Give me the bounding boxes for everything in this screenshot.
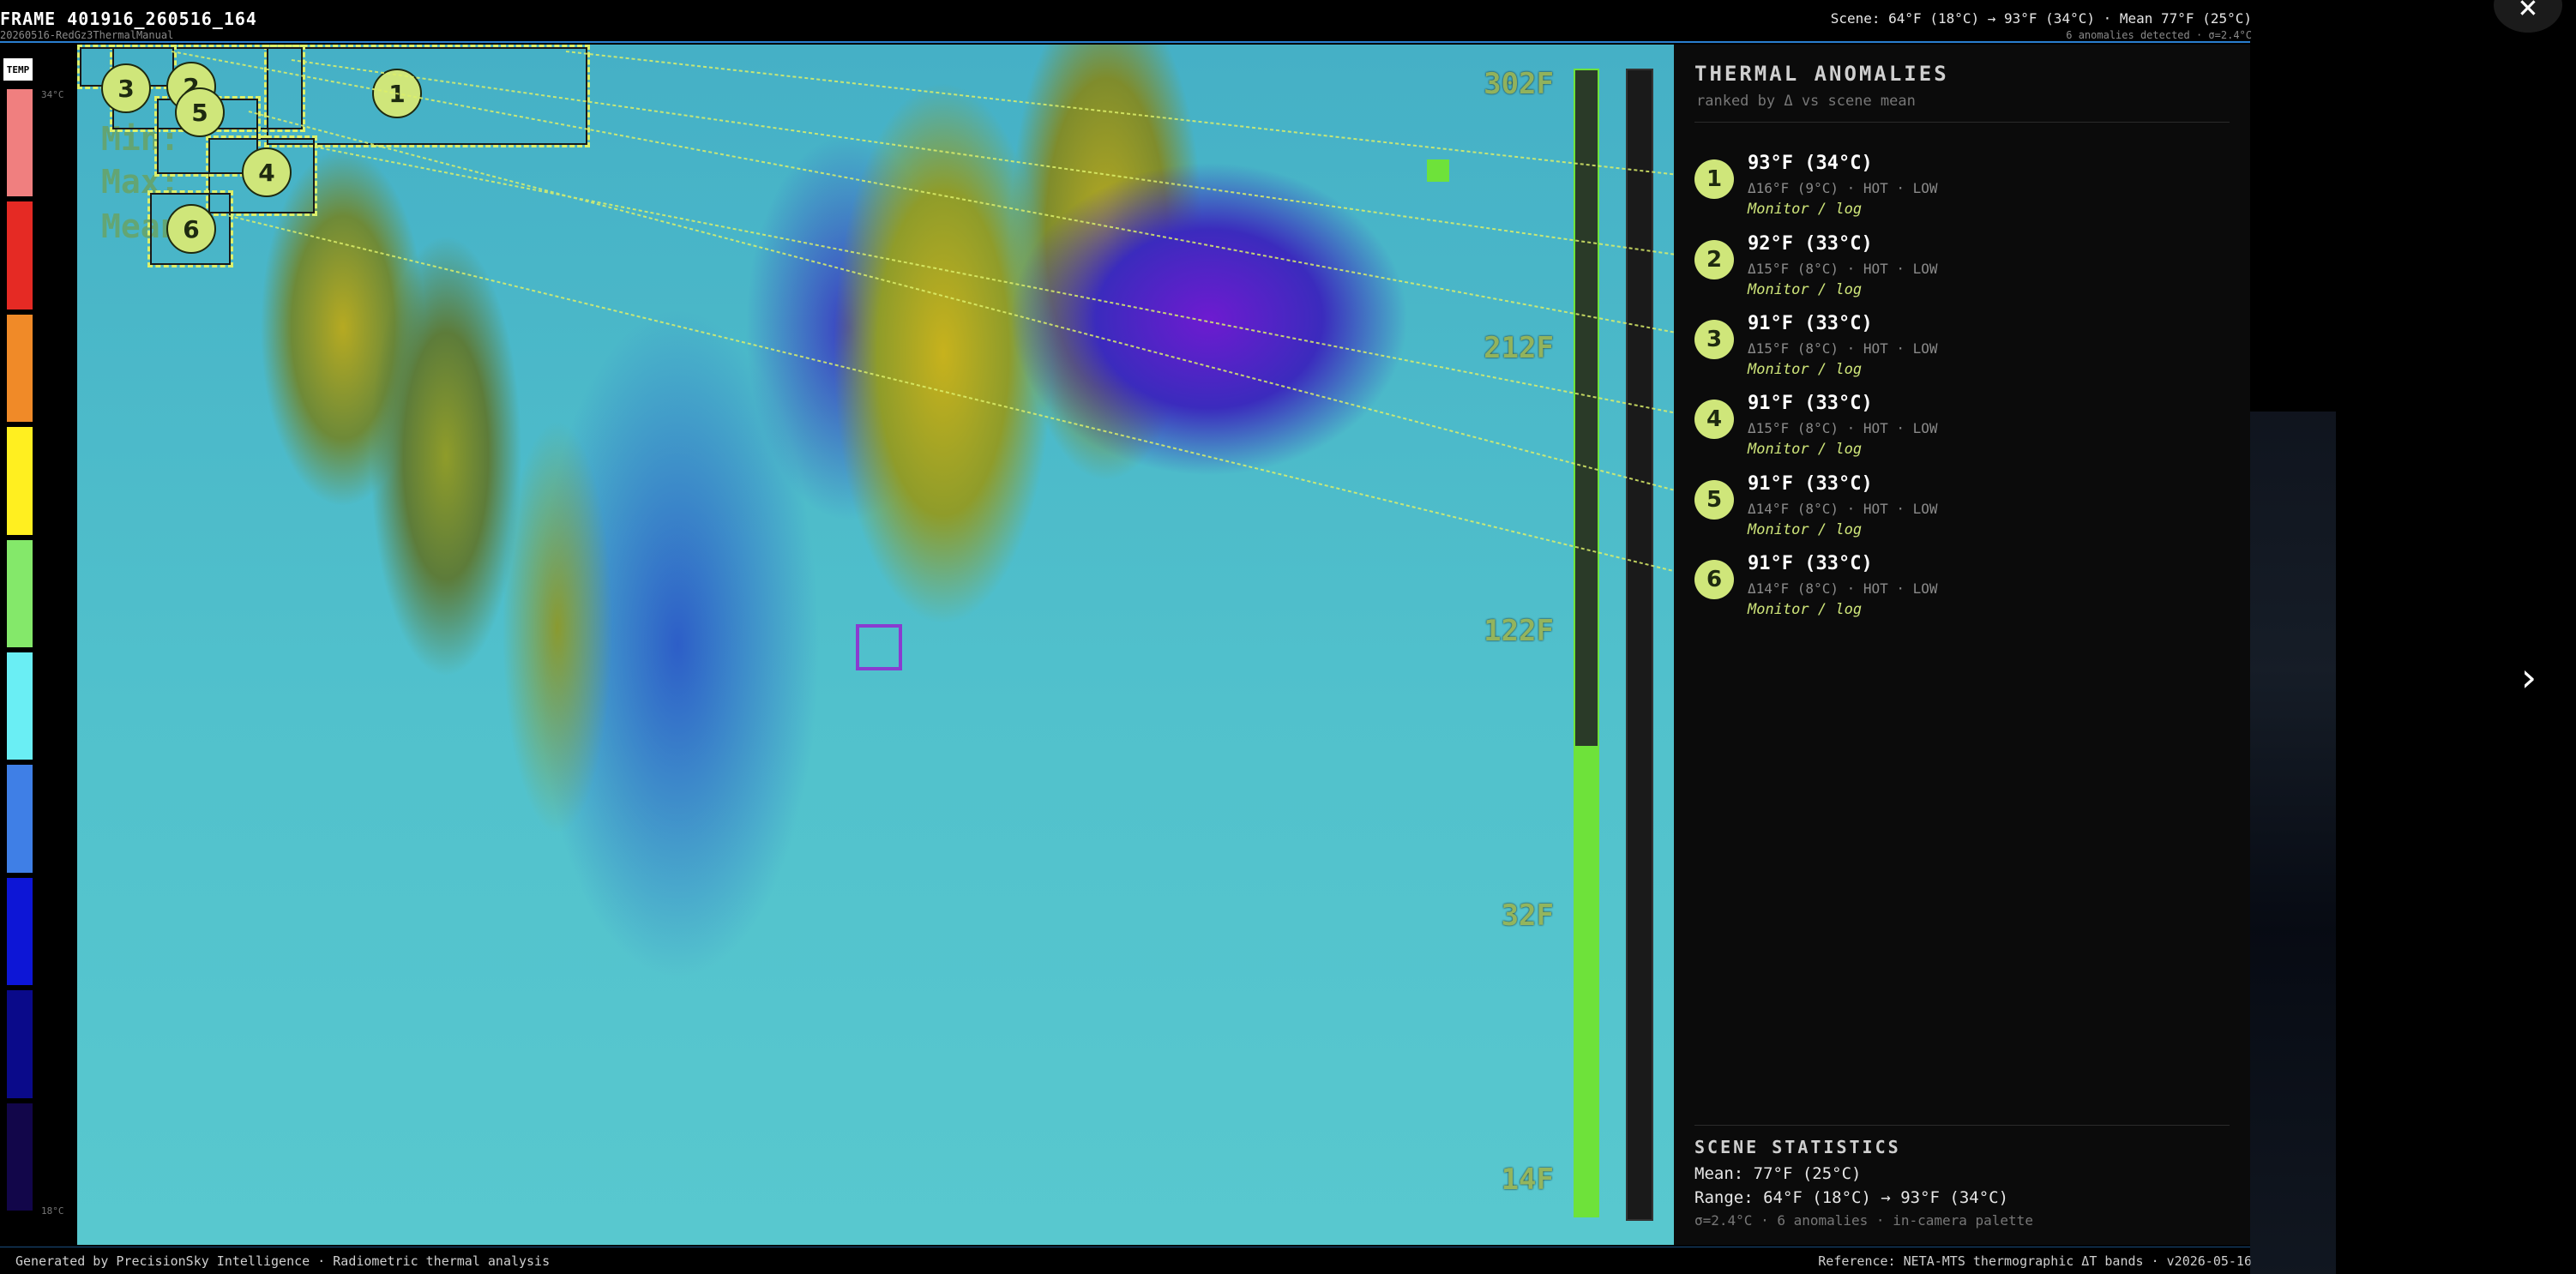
frame-title: FRAME 401916_260516_164 xyxy=(0,9,257,29)
scale-swatch xyxy=(7,89,33,197)
anomaly-marker-4[interactable]: 4 xyxy=(242,147,292,197)
anomaly-delta: Δ16°F (9°C) · HOT · LOW xyxy=(1748,180,1938,196)
close-icon: × xyxy=(2518,0,2538,26)
anomaly-action: Monitor / log xyxy=(1748,361,1863,378)
anomaly-rank-badge: 3 xyxy=(1694,320,1734,359)
anomaly-rank-badge: 1 xyxy=(1694,159,1734,199)
temp-scale-chip: TEMP xyxy=(3,58,33,81)
spot-marker xyxy=(1427,159,1449,182)
stats-divider xyxy=(1694,1125,2230,1126)
scale-swatch xyxy=(7,201,33,309)
measurement-box[interactable] xyxy=(856,624,902,670)
anomaly-item-2[interactable]: 2 92°F (33°C) Δ15°F (8°C) · HOT · LOW Mo… xyxy=(1694,233,2226,309)
anomaly-delta: Δ15°F (8°C) · HOT · LOW xyxy=(1748,340,1938,357)
scale-swatch xyxy=(7,314,33,423)
anomaly-marker-3[interactable]: 3 xyxy=(101,63,151,113)
scale-tick-label: 302F xyxy=(1484,67,1554,101)
anomaly-summary: 6 anomalies detected · σ=2.4°C xyxy=(2066,29,2252,41)
anomaly-delta: Δ15°F (8°C) · HOT · LOW xyxy=(1748,261,1938,277)
anomaly-delta: Δ14°F (8°C) · HOT · LOW xyxy=(1748,580,1938,597)
anomaly-marker-5[interactable]: 5 xyxy=(175,87,225,137)
scale-swatch xyxy=(7,877,33,986)
anomaly-action: Monitor / log xyxy=(1748,201,1863,218)
panel-divider xyxy=(1694,122,2230,123)
anomaly-delta: Δ14°F (8°C) · HOT · LOW xyxy=(1748,501,1938,517)
scale-low-label: 18°C xyxy=(41,1205,64,1217)
anomaly-item-1[interactable]: 1 93°F (34°C) Δ16°F (9°C) · HOT · LOW Mo… xyxy=(1694,153,2226,228)
anomaly-action: Monitor / log xyxy=(1748,281,1863,298)
temperature-bar xyxy=(1574,69,1599,1217)
anomaly-action: Monitor / log xyxy=(1748,441,1863,458)
anomaly-delta: Δ15°F (8°C) · HOT · LOW xyxy=(1748,420,1938,436)
anomaly-rank-badge: 6 xyxy=(1694,560,1734,599)
scale-tick-label: 212F xyxy=(1484,331,1554,365)
scale-swatch xyxy=(7,765,33,873)
anomaly-item-4[interactable]: 4 91°F (33°C) Δ15°F (8°C) · HOT · LOW Mo… xyxy=(1694,393,2226,468)
anomaly-item-6[interactable]: 6 91°F (33°C) Δ14°F (8°C) · HOT · LOW Mo… xyxy=(1694,553,2226,628)
scale-high-label: 34°C xyxy=(41,89,64,100)
stats-mean: Mean: 77°F (25°C) xyxy=(1694,1164,1862,1183)
scale-tick-label: 32F xyxy=(1501,898,1554,933)
background-thumbnail-strip xyxy=(2250,412,2336,1274)
header-divider xyxy=(0,41,2250,43)
panel-subtitle: ranked by Δ vs scene mean xyxy=(1696,93,1916,110)
anomaly-temperature: 93°F (34°C) xyxy=(1748,153,1873,174)
temperature-bar-fill xyxy=(1575,746,1598,1216)
anomaly-marker-1[interactable]: 1 xyxy=(372,69,422,118)
anomaly-action: Monitor / log xyxy=(1748,521,1863,538)
chevron-right-icon: › xyxy=(2520,654,2537,700)
anomaly-item-5[interactable]: 5 91°F (33°C) Δ14°F (8°C) · HOT · LOW Mo… xyxy=(1694,473,2226,549)
anomaly-temperature: 92°F (33°C) xyxy=(1748,233,1873,255)
anomaly-rank-badge: 2 xyxy=(1694,240,1734,279)
anomaly-rank-badge: 5 xyxy=(1694,480,1734,520)
anomaly-action: Monitor / log xyxy=(1748,601,1863,618)
anomaly-item-3[interactable]: 3 91°F (33°C) Δ15°F (8°C) · HOT · LOW Mo… xyxy=(1694,313,2226,388)
anomaly-rank-badge: 4 xyxy=(1694,400,1734,439)
stats-extra: σ=2.4°C · 6 anomalies · in-camera palett… xyxy=(1694,1212,2033,1229)
panel-title: THERMAL ANOMALIES xyxy=(1694,62,1949,86)
anomaly-temperature: 91°F (33°C) xyxy=(1748,473,1873,495)
footer-reference: Reference: NETA-MTS thermographic ΔT ban… xyxy=(1818,1253,2252,1269)
scale-tick-label: 14F xyxy=(1501,1163,1554,1197)
stats-title: SCENE STATISTICS xyxy=(1694,1137,1901,1157)
thermal-image[interactable]: Min: Max: Mean: 302F 212F 122F 32F 14F 1… xyxy=(77,45,1674,1245)
anomaly-temperature: 91°F (33°C) xyxy=(1748,393,1873,414)
close-button[interactable]: × xyxy=(2494,0,2562,33)
next-button[interactable]: › xyxy=(2514,652,2543,703)
scale-swatch xyxy=(7,990,33,1098)
anomaly-temperature: 91°F (33°C) xyxy=(1748,313,1873,334)
anomaly-marker-6[interactable]: 6 xyxy=(166,204,216,254)
scale-rail xyxy=(1626,69,1653,1221)
scale-swatch xyxy=(7,1103,33,1211)
scale-swatch xyxy=(7,539,33,647)
frame-subtitle: 20260516-RedGz3ThermalManual xyxy=(0,29,174,41)
scene-summary: Scene: 64°F (18°C) → 93°F (34°C) · Mean … xyxy=(1830,10,2252,27)
scale-swatch xyxy=(7,427,33,535)
scale-swatch xyxy=(7,652,33,760)
scale-tick-label: 122F xyxy=(1484,614,1554,648)
footer-credit: Generated by PrecisionSky Intelligence ·… xyxy=(15,1253,551,1269)
stats-range: Range: 64°F (18°C) → 93°F (34°C) xyxy=(1694,1188,2009,1207)
anomaly-temperature: 91°F (33°C) xyxy=(1748,553,1873,574)
anomaly-box-1[interactable] xyxy=(264,45,590,147)
